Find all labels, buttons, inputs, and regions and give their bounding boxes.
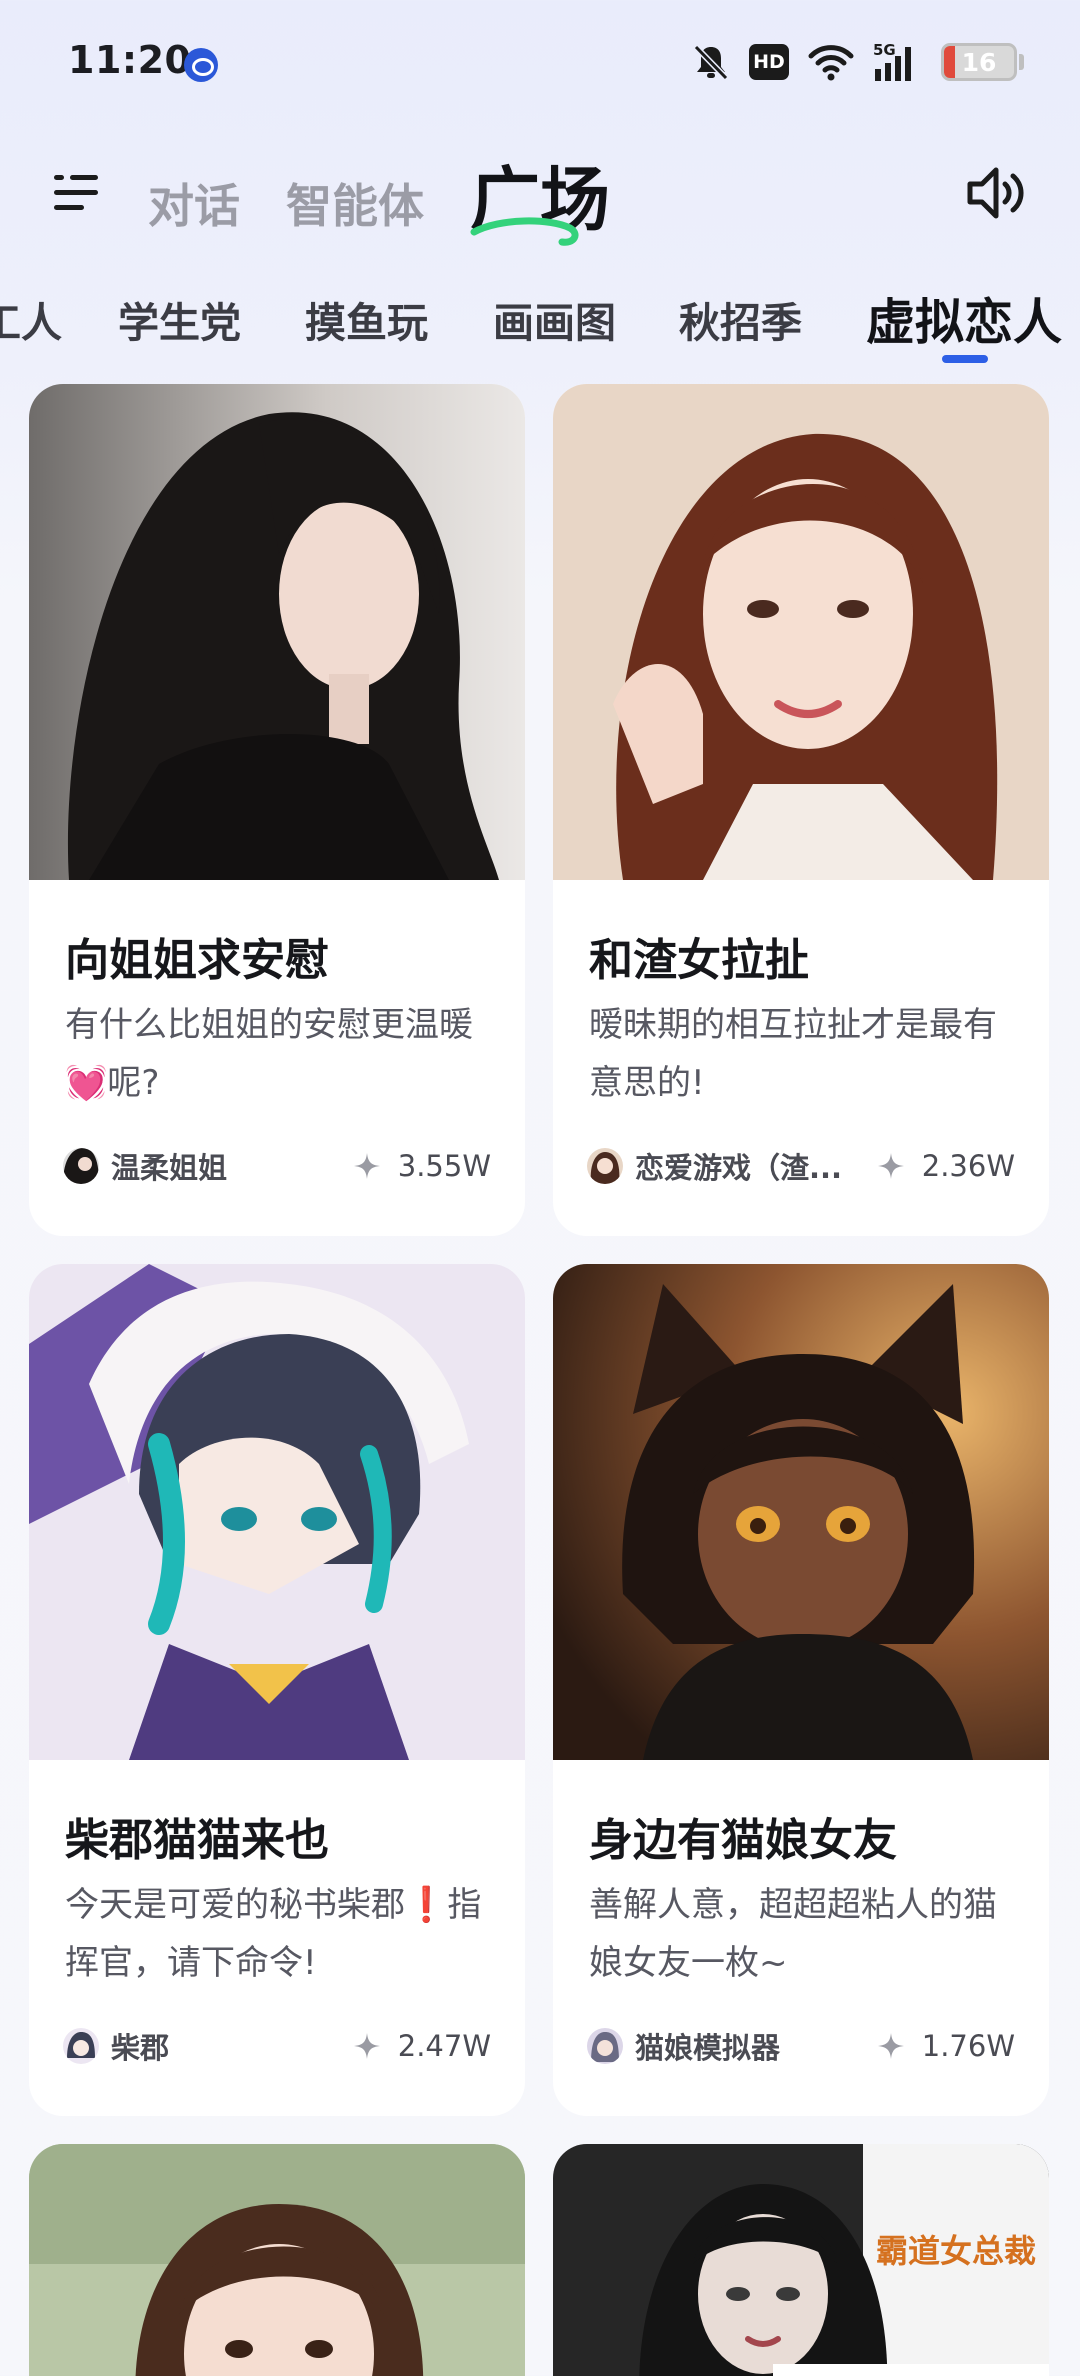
- category-tab[interactable]: 学生党: [118, 289, 241, 349]
- category-tab[interactable]: 秋招季: [679, 289, 802, 349]
- category-tab[interactable]: 摸鱼玩: [305, 289, 428, 349]
- card-description: 有什么比姐姐的安慰更温暖💓呢?: [65, 1005, 473, 1103]
- card-title: 向姐姐求安慰: [65, 935, 329, 986]
- agent-card[interactable]: 霸道女总裁: [553, 2144, 1049, 2376]
- card-footer: 温柔姐姐 3.55W: [63, 1146, 491, 1186]
- card-cover-image: 霸道女总裁: [553, 2144, 1049, 2376]
- battery-icon: 16: [941, 43, 1017, 81]
- author-avatar: [587, 2028, 623, 2064]
- card-description: 善解人意，超超超粘人的猫娘女友一枚~: [589, 1885, 997, 1983]
- cellular-signal-icon: 5G: [873, 41, 911, 81]
- network-label: 5G: [873, 41, 896, 59]
- card-description: 今天是可爱的秘书柴郡❗指挥官，请下命令!: [65, 1885, 482, 1983]
- author-avatar: [63, 2028, 99, 2064]
- mute-bell-icon: [693, 44, 729, 81]
- card-footer: 恋爱游戏（渣... 2.36W: [587, 1146, 1015, 1186]
- cover-text: 霸道女总裁: [876, 2232, 1036, 2270]
- status-icons: HD 5G 16: [691, 40, 1024, 84]
- author-name: 恋爱游戏（渣...: [635, 1151, 843, 1185]
- hd-icon: HD: [749, 44, 789, 80]
- agent-card[interactable]: [29, 2144, 525, 2376]
- active-tab-swoosh: [470, 217, 579, 246]
- category-tab-active[interactable]: 虚拟恋人: [866, 283, 1062, 354]
- category-tab[interactable]: 画画图: [493, 289, 616, 349]
- card-footer: 柴郡 2.47W: [63, 2026, 491, 2066]
- battery-level: 16: [961, 47, 997, 77]
- card-description: 暧昧期的相互拉扯才是最有意思的!: [589, 1005, 997, 1103]
- wifi-icon: [808, 45, 854, 81]
- author-avatar: [587, 1148, 623, 1184]
- tab-agents[interactable]: 智能体: [286, 170, 424, 236]
- author-name: 温柔姐姐: [111, 1151, 228, 1185]
- status-time: 11:20: [68, 38, 192, 82]
- author-avatar: [63, 1148, 99, 1184]
- battery-tip: [1019, 54, 1024, 70]
- active-category-indicator: [942, 355, 988, 363]
- category-tabs: 工人 学生党 摸鱼玩 画画图 秋招季 虚拟恋人: [0, 275, 1080, 375]
- usage-count: 1.76W: [921, 2029, 1015, 2063]
- agent-card[interactable]: 和渣女拉扯 暧昧期的相互拉扯才是最有意思的! 恋爱游戏（渣... 2.36W: [553, 384, 1049, 1236]
- card-cover-image: [553, 384, 1049, 880]
- top-nav: 对话 智能体 广场: [0, 130, 1080, 260]
- sparkle-icon: [877, 1153, 904, 1179]
- agent-card[interactable]: 柴郡猫猫来也 今天是可爱的秘书柴郡❗指挥官，请下命令! 柴郡 2.47W: [29, 1264, 525, 2116]
- card-cover-image: [553, 1264, 1049, 1760]
- battery-fill: [944, 46, 956, 78]
- card-title: 身边有猫娘女友: [589, 1815, 897, 1866]
- card-cover-image: [29, 2144, 525, 2376]
- usage-count: 3.55W: [397, 1149, 491, 1183]
- agent-card[interactable]: 身边有猫娘女友 善解人意，超超超粘人的猫娘女友一枚~ 猫娘模拟器 1.76W: [553, 1264, 1049, 2116]
- tab-chat[interactable]: 对话: [148, 170, 240, 236]
- app-notification-icon: [184, 48, 218, 82]
- speaker-icon[interactable]: [960, 158, 1030, 228]
- status-bar: 11:20 HD 5G 16: [0, 0, 1080, 130]
- usage-count: 2.36W: [921, 1149, 1015, 1183]
- card-cover-image: [29, 384, 525, 880]
- sparkle-icon: [353, 2033, 380, 2059]
- sparkle-icon: [353, 1153, 380, 1179]
- sparkle-icon: [877, 2033, 904, 2059]
- card-footer: 猫娘模拟器 1.76W: [587, 2026, 1015, 2066]
- menu-icon[interactable]: [48, 165, 104, 221]
- card-cover-image: [29, 1264, 525, 1760]
- usage-count: 2.47W: [397, 2029, 491, 2063]
- category-tab[interactable]: 工人: [0, 289, 62, 349]
- card-title: 和渣女拉扯: [589, 935, 809, 986]
- agent-card[interactable]: 向姐姐求安慰 有什么比姐姐的安慰更温暖💓呢? 温柔姐姐 3.55W: [29, 384, 525, 1236]
- author-name: 猫娘模拟器: [635, 2031, 781, 2065]
- card-title: 柴郡猫猫来也: [65, 1815, 329, 1866]
- author-name: 柴郡: [111, 2031, 170, 2065]
